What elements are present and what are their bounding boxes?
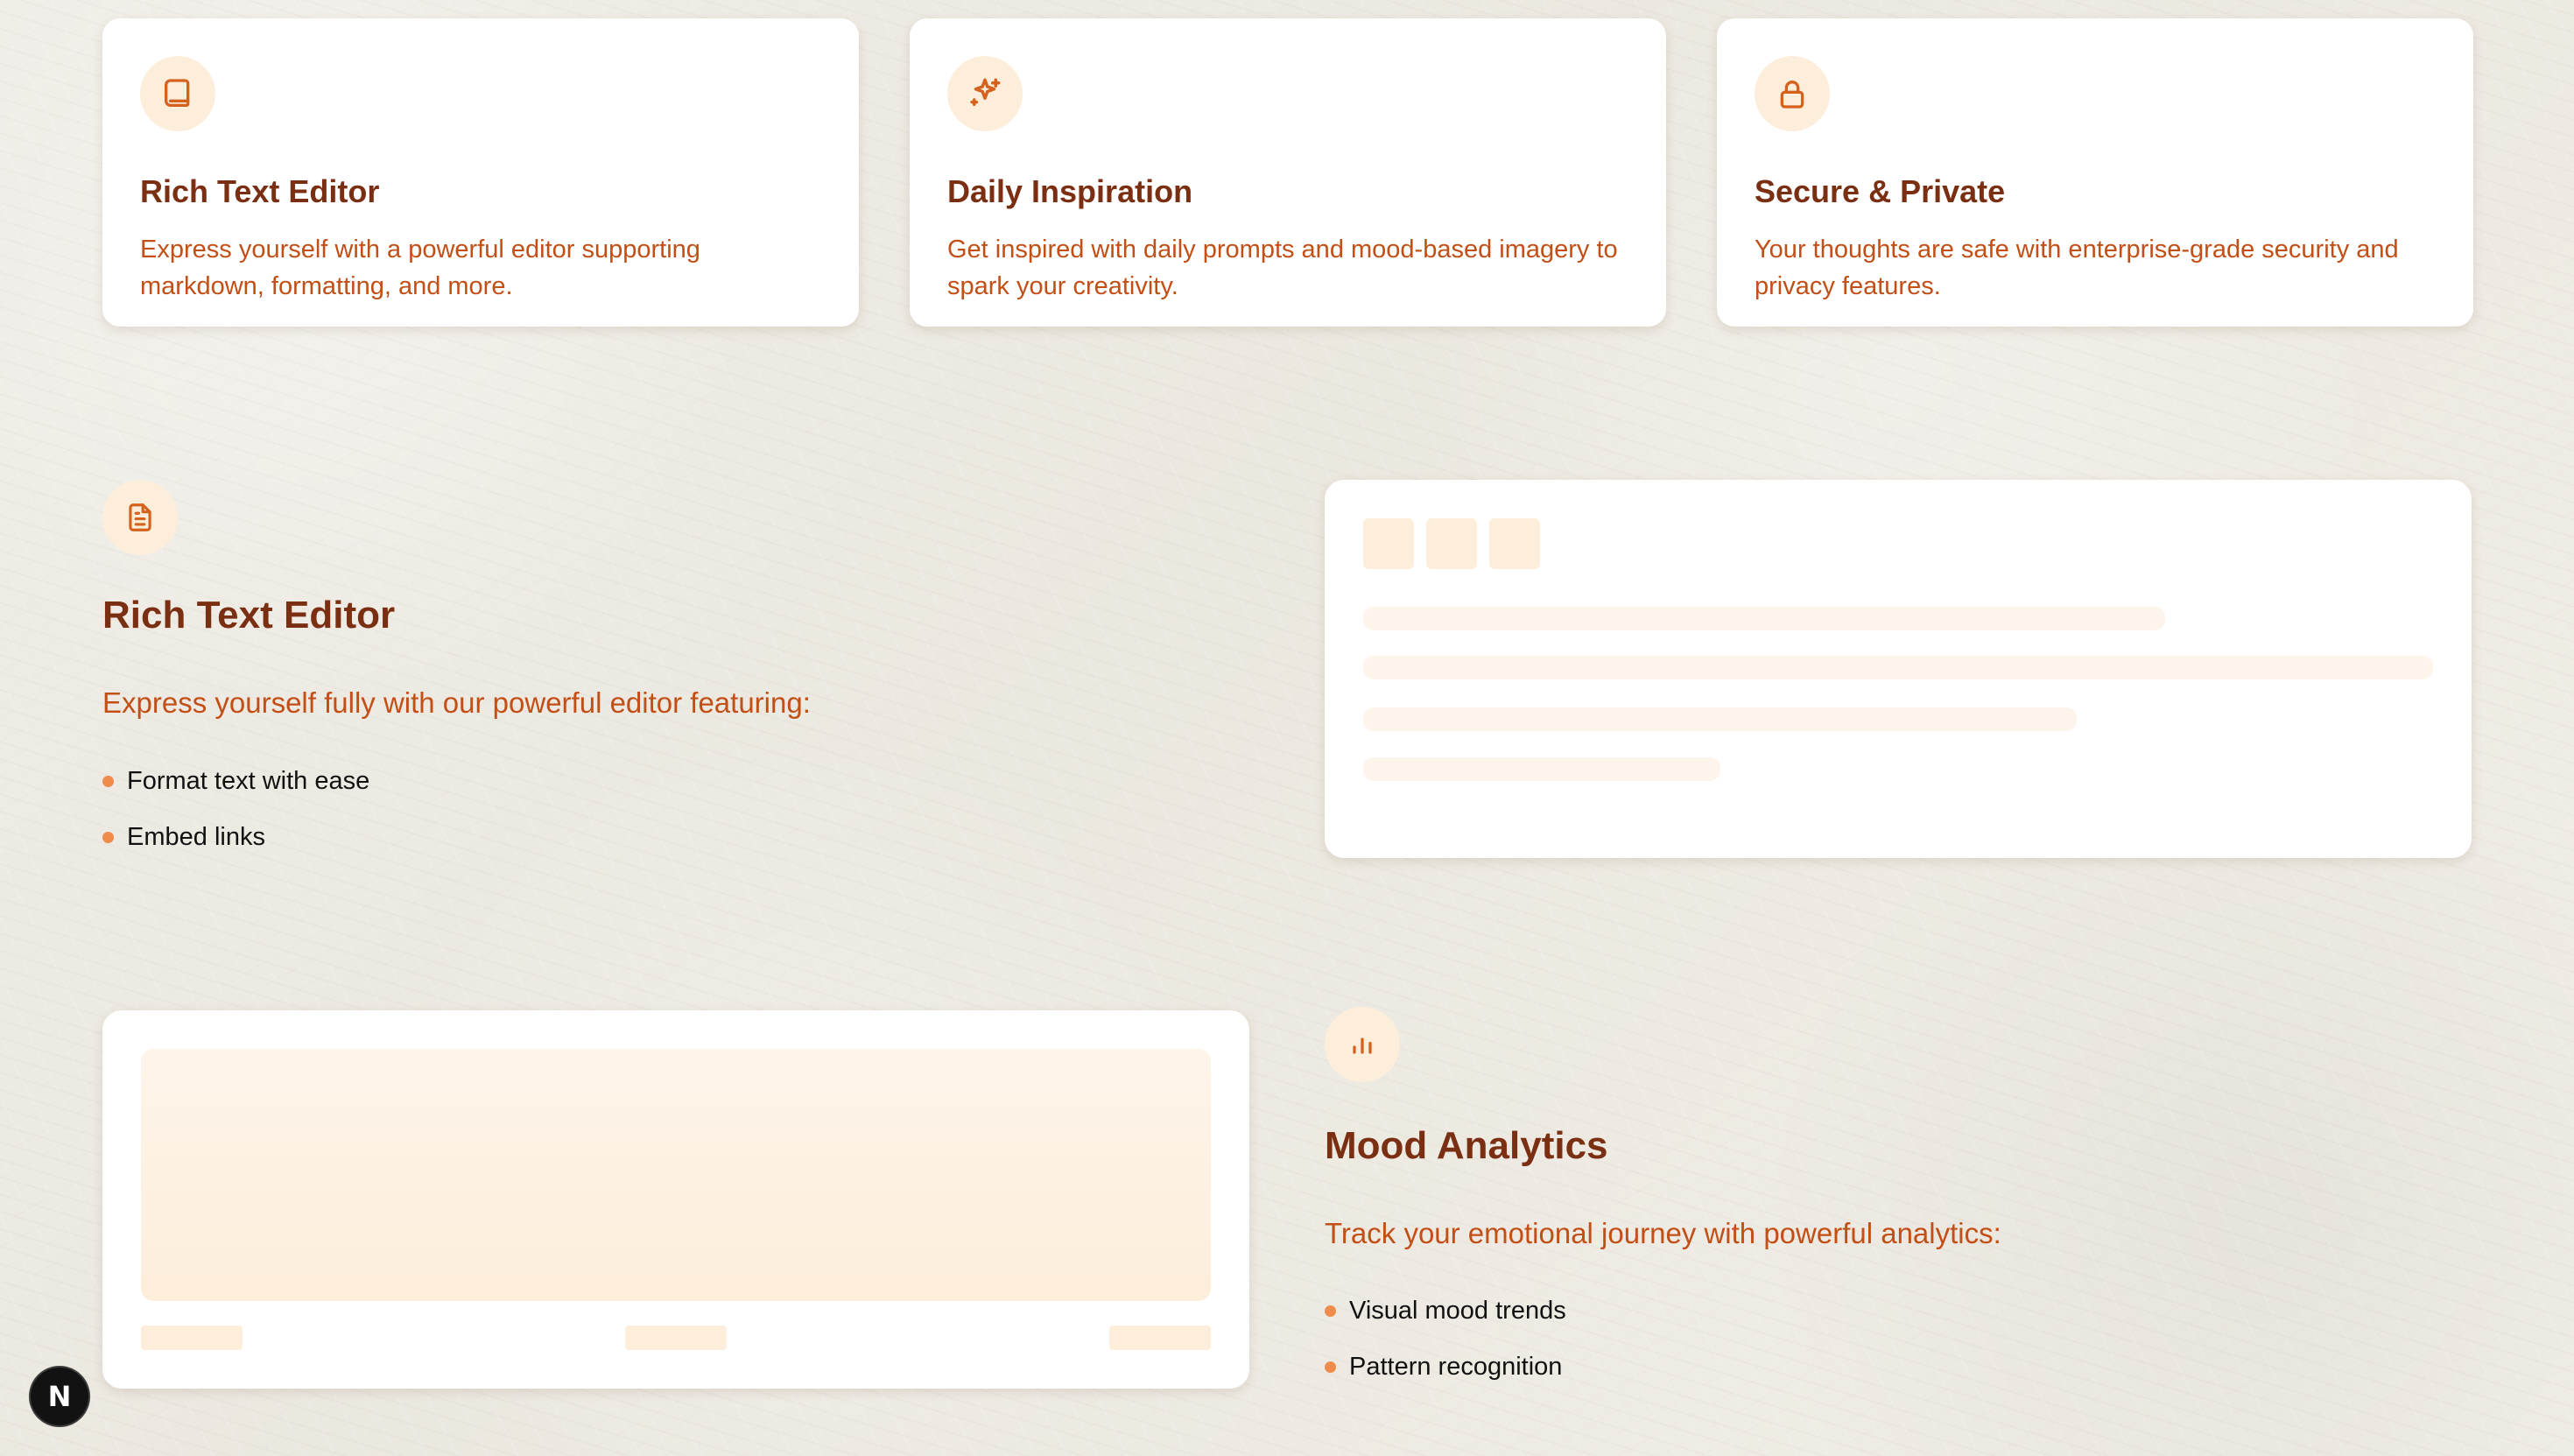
feature-description: Get inspired with daily prompts and mood…	[947, 236, 1618, 301]
list-item-label: Embed links	[127, 822, 265, 851]
lock-icon	[1755, 56, 1830, 131]
editor-preview-card	[1325, 480, 2472, 858]
text-placeholder-line	[1363, 656, 2433, 679]
feature-title: Daily Inspiration	[947, 173, 1193, 209]
feature-card-secure-private: Secure & Private Your thoughts are safe …	[1717, 18, 2473, 327]
section-title-mood-analytics: Mood Analytics	[1325, 1124, 1608, 1167]
bullet-dot	[1325, 1361, 1336, 1373]
text-placeholder-line	[1363, 757, 1720, 781]
bullet-dot	[102, 775, 114, 787]
list-item: Visual mood trends	[1325, 1292, 1566, 1329]
list-item-label: Pattern recognition	[1349, 1352, 1563, 1381]
feature-title: Secure & Private	[1755, 173, 2006, 209]
chart-placeholder	[141, 1049, 1211, 1301]
feature-card-rich-text-editor: Rich Text Editor Express yourself with a…	[102, 18, 859, 327]
nextjs-icon[interactable]: N	[29, 1366, 90, 1427]
bullet-dot	[102, 831, 114, 843]
sparkles-icon	[947, 56, 1023, 131]
badge-label: N	[47, 1380, 72, 1413]
analytics-preview-card	[102, 1010, 1249, 1389]
book-icon	[140, 56, 215, 131]
list-item-label: Visual mood trends	[1349, 1296, 1566, 1325]
axis-label-placeholder	[141, 1326, 243, 1350]
feature-description: Express yourself with a powerful editor …	[140, 236, 700, 301]
axis-label-placeholder	[1109, 1326, 1211, 1350]
section-intro-mood-analytics: Track your emotional journey with powerf…	[1325, 1217, 2001, 1249]
document-icon	[102, 480, 178, 555]
feature-card-daily-inspiration: Daily Inspiration Get inspired with dail…	[910, 18, 1666, 327]
toolbar-placeholder	[1489, 518, 1540, 569]
feature-title: Rich Text Editor	[140, 173, 380, 209]
text-placeholder-line	[1363, 707, 2077, 731]
list-item: Embed links	[102, 819, 369, 855]
feature-description: Your thoughts are safe with enterprise-g…	[1755, 236, 2399, 301]
text-placeholder-line	[1363, 607, 2165, 630]
toolbar-placeholder	[1363, 518, 1414, 569]
list-item-label: Format text with ease	[127, 766, 370, 795]
mood-analytics-feature-list: Visual mood trends Pattern recognition	[1325, 1292, 1566, 1404]
list-item: Format text with ease	[102, 763, 369, 799]
section-intro-rich-text-editor: Express yourself fully with our powerful…	[102, 686, 811, 719]
bullet-dot	[1325, 1305, 1336, 1317]
bar-chart-icon	[1325, 1007, 1400, 1082]
section-title-rich-text-editor: Rich Text Editor	[102, 594, 396, 637]
rich-text-feature-list: Format text with ease Embed links	[102, 763, 369, 875]
toolbar-placeholder	[1426, 518, 1477, 569]
axis-label-placeholder	[625, 1326, 727, 1350]
list-item: Pattern recognition	[1325, 1348, 1566, 1385]
